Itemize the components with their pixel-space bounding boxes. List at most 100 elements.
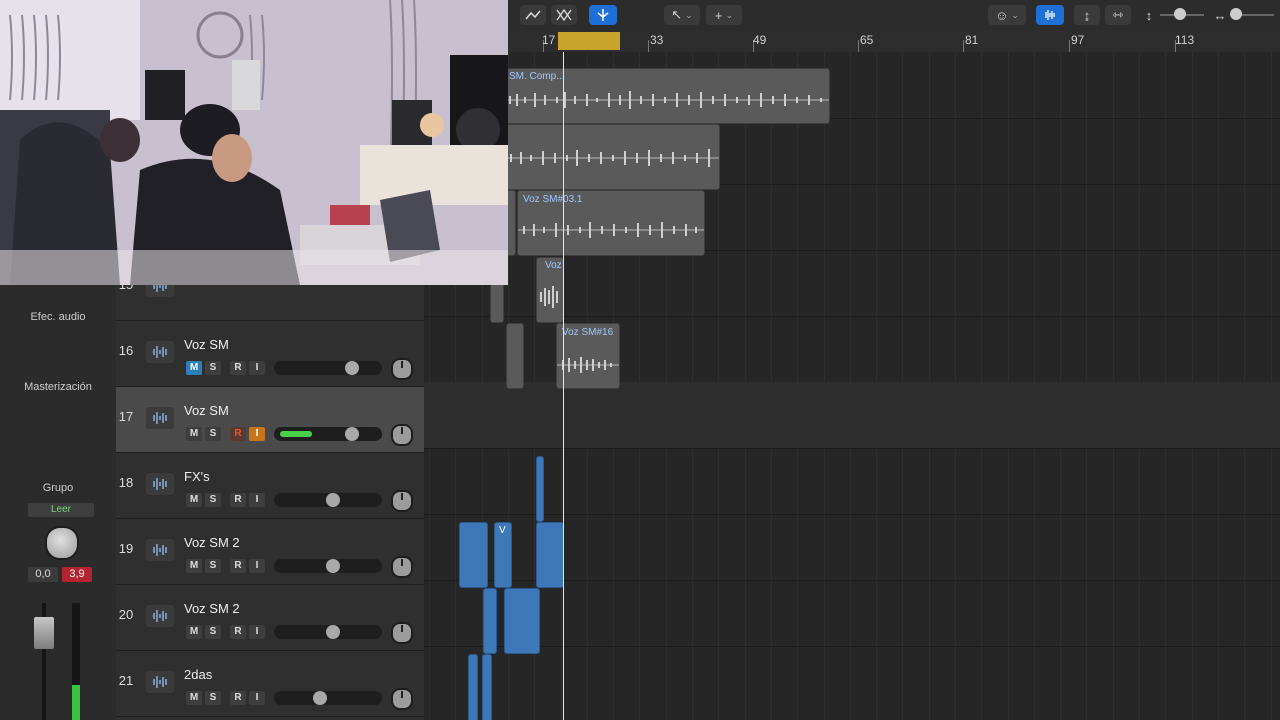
track-icon[interactable] bbox=[146, 671, 174, 693]
track-name[interactable]: FX's bbox=[184, 469, 210, 484]
track-header[interactable]: 18 FX's M S R I bbox=[116, 453, 424, 519]
input-monitor-button[interactable]: I bbox=[249, 559, 265, 573]
solo-button[interactable]: S bbox=[205, 559, 221, 573]
track-header[interactable]: 20 Voz SM 2 MSRI bbox=[116, 585, 424, 651]
peak-value[interactable]: 3,9 bbox=[62, 567, 92, 582]
automation-mode-read[interactable]: Leer bbox=[28, 503, 94, 517]
volume-slider[interactable] bbox=[274, 691, 382, 705]
pan-knob[interactable] bbox=[391, 424, 413, 446]
crosshair-tool-menu[interactable]: + ⌄ bbox=[706, 5, 742, 25]
audio-region[interactable] bbox=[536, 522, 564, 588]
volume-knob[interactable] bbox=[326, 493, 340, 507]
volume-knob[interactable] bbox=[345, 361, 359, 375]
input-monitor-button[interactable]: I bbox=[249, 361, 265, 375]
volume-value[interactable]: 0,0 bbox=[28, 567, 58, 582]
horizontal-fit-button[interactable]: ⇿ bbox=[1105, 5, 1131, 25]
track-header[interactable]: 16 Voz SM M S R I bbox=[116, 321, 424, 387]
automation-curve-button[interactable] bbox=[520, 5, 546, 25]
pointer-tool-menu[interactable]: ↖ ⌄ bbox=[664, 5, 700, 25]
track-name[interactable]: Voz SM bbox=[184, 403, 229, 418]
track-name[interactable]: Voz SM bbox=[184, 337, 229, 352]
audio-region[interactable]: Voz bbox=[536, 257, 564, 323]
mute-button[interactable]: M bbox=[186, 427, 202, 441]
ruler-tick bbox=[648, 40, 649, 52]
track-header[interactable]: 19 Voz SM 2 MSRI bbox=[116, 519, 424, 585]
horizontal-zoom-knob[interactable] bbox=[1230, 8, 1242, 20]
record-enable-button[interactable]: R bbox=[230, 361, 246, 375]
audio-region[interactable] bbox=[482, 654, 492, 720]
catch-playhead-icon bbox=[597, 9, 609, 21]
track-header[interactable]: 21 2das M S R I bbox=[116, 651, 424, 717]
volume-slider[interactable] bbox=[274, 559, 382, 573]
playhead[interactable] bbox=[563, 52, 564, 720]
track-name[interactable]: Voz SM 2 bbox=[184, 601, 240, 616]
audio-region[interactable] bbox=[504, 588, 540, 654]
solo-button[interactable]: S bbox=[205, 493, 221, 507]
pan-knob[interactable] bbox=[391, 622, 413, 644]
vertical-zoom-knob[interactable] bbox=[1174, 8, 1186, 20]
input-monitor-button[interactable]: I bbox=[249, 427, 265, 441]
volume-knob[interactable] bbox=[313, 691, 327, 705]
input-monitor-button[interactable]: I bbox=[249, 625, 265, 639]
pan-knob[interactable] bbox=[391, 358, 413, 380]
audio-region[interactable] bbox=[483, 588, 497, 654]
track-header[interactable]: 17 Voz SM M S R I bbox=[116, 387, 424, 453]
record-enable-button[interactable]: R bbox=[230, 559, 246, 573]
input-monitor-button[interactable]: I bbox=[249, 691, 265, 705]
tracks-area[interactable]: SM. Comp... Voz SM#03.1 Voz Voz SM#16 V bbox=[424, 52, 1280, 720]
solo-button[interactable]: S bbox=[205, 427, 221, 441]
audio-fx-label[interactable]: Efec. audio bbox=[0, 311, 116, 323]
cycle-region[interactable] bbox=[558, 32, 620, 50]
record-enable-button[interactable]: R bbox=[230, 691, 246, 705]
vertical-zoom-icon: ↨ bbox=[1083, 7, 1091, 23]
catch-playhead-button[interactable] bbox=[589, 5, 617, 25]
solo-button[interactable]: S bbox=[205, 691, 221, 705]
solo-button[interactable]: S bbox=[205, 625, 221, 639]
audio-region[interactable] bbox=[504, 124, 720, 190]
volume-knob[interactable] bbox=[326, 625, 340, 639]
record-enable-button[interactable]: R bbox=[230, 625, 246, 639]
volume-slider[interactable] bbox=[274, 427, 382, 441]
audio-region[interactable]: Voz SM#03.1 bbox=[517, 190, 705, 256]
mute-button[interactable]: M bbox=[186, 361, 202, 375]
volume-knob[interactable] bbox=[345, 427, 359, 441]
track-icon[interactable] bbox=[146, 539, 174, 561]
mute-button[interactable]: M bbox=[186, 691, 202, 705]
mute-button[interactable]: M bbox=[186, 559, 202, 573]
track-name[interactable]: 2das bbox=[184, 667, 212, 682]
audio-region[interactable] bbox=[536, 456, 544, 522]
track-icon[interactable] bbox=[146, 605, 174, 627]
record-enable-button[interactable]: R bbox=[230, 493, 246, 507]
audio-region[interactable] bbox=[459, 522, 488, 588]
vertical-fit-button[interactable]: ↨ bbox=[1074, 5, 1100, 25]
smart-tempo-menu[interactable]: ☺ ⌄ bbox=[988, 5, 1026, 25]
audio-region[interactable] bbox=[506, 323, 524, 389]
pan-knob[interactable] bbox=[391, 490, 413, 512]
mute-button[interactable]: M bbox=[186, 493, 202, 507]
flex-button[interactable] bbox=[551, 5, 577, 25]
track-icon[interactable] bbox=[146, 407, 174, 429]
solo-button[interactable]: S bbox=[205, 361, 221, 375]
audio-region[interactable]: SM. Comp... bbox=[504, 68, 830, 124]
audio-region[interactable]: Voz SM#16 bbox=[556, 323, 620, 389]
volume-knob[interactable] bbox=[326, 559, 340, 573]
pan-knob[interactable] bbox=[391, 688, 413, 710]
audio-region[interactable]: V bbox=[494, 522, 512, 588]
volume-slider[interactable] bbox=[274, 493, 382, 507]
record-enable-button[interactable]: R bbox=[230, 427, 246, 441]
pan-knob[interactable] bbox=[391, 556, 413, 578]
bar-ruler[interactable]: 17 33 49 65 81 97 113 bbox=[508, 30, 1280, 62]
volume-slider[interactable] bbox=[274, 361, 382, 375]
pan-knob[interactable] bbox=[45, 526, 79, 560]
group-label[interactable]: Grupo bbox=[0, 482, 116, 494]
track-icon[interactable] bbox=[146, 473, 174, 495]
waveform-zoom-button[interactable] bbox=[1036, 5, 1064, 25]
input-monitor-button[interactable]: I bbox=[249, 493, 265, 507]
channel-fader[interactable] bbox=[34, 617, 54, 649]
audio-region[interactable] bbox=[468, 654, 478, 720]
mute-button[interactable]: M bbox=[186, 625, 202, 639]
track-icon[interactable] bbox=[146, 341, 174, 363]
mastering-label[interactable]: Masterización bbox=[0, 381, 116, 393]
track-name[interactable]: Voz SM 2 bbox=[184, 535, 240, 550]
volume-slider[interactable] bbox=[274, 625, 382, 639]
